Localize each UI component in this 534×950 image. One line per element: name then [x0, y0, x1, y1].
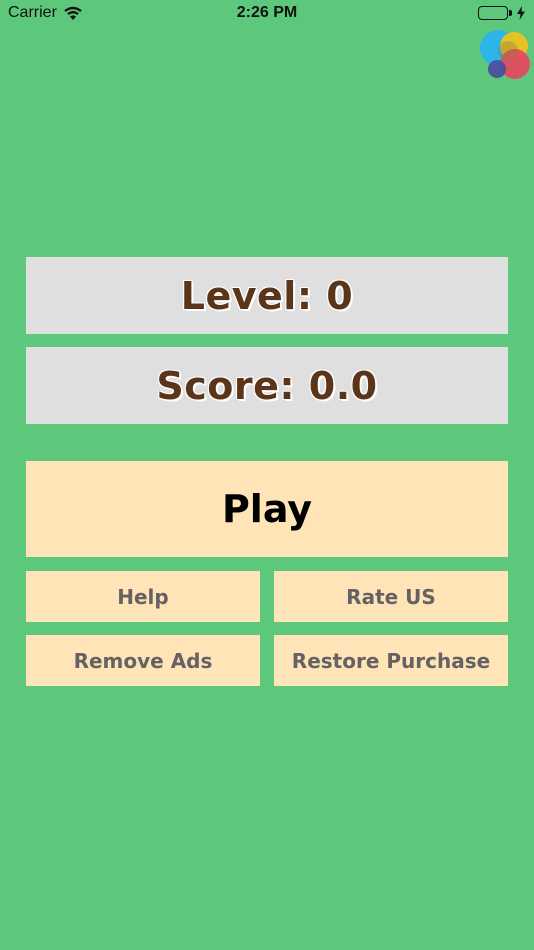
- score-panel: Score: 0.0: [26, 347, 508, 424]
- restore-purchase-button-label: Restore Purchase: [291, 648, 491, 673]
- remove-ads-button[interactable]: Remove Ads: [26, 635, 260, 686]
- score-label: Score: 0.0: [156, 363, 378, 408]
- battery-cap: [509, 10, 512, 16]
- help-button-label: Help: [117, 584, 169, 609]
- bolt-icon: [516, 6, 526, 20]
- battery-icon: [478, 6, 508, 20]
- play-button-label: Play: [221, 487, 313, 531]
- restore-purchase-button[interactable]: Restore Purchase: [274, 635, 508, 686]
- help-button[interactable]: Help: [26, 571, 260, 622]
- rate-us-button[interactable]: Rate US: [274, 571, 508, 622]
- level-panel: Level: 0: [26, 257, 508, 334]
- remove-ads-button-label: Remove Ads: [73, 648, 213, 673]
- play-button[interactable]: Play: [26, 461, 508, 557]
- game-center-icon[interactable]: [478, 29, 530, 81]
- clock-time: 2:26 PM: [236, 4, 298, 21]
- rate-us-button-label: Rate US: [346, 584, 436, 609]
- level-label: Level: 0: [180, 273, 354, 318]
- status-bar: Carrier 2:26 PM: [0, 0, 534, 28]
- battery-group: [478, 6, 526, 20]
